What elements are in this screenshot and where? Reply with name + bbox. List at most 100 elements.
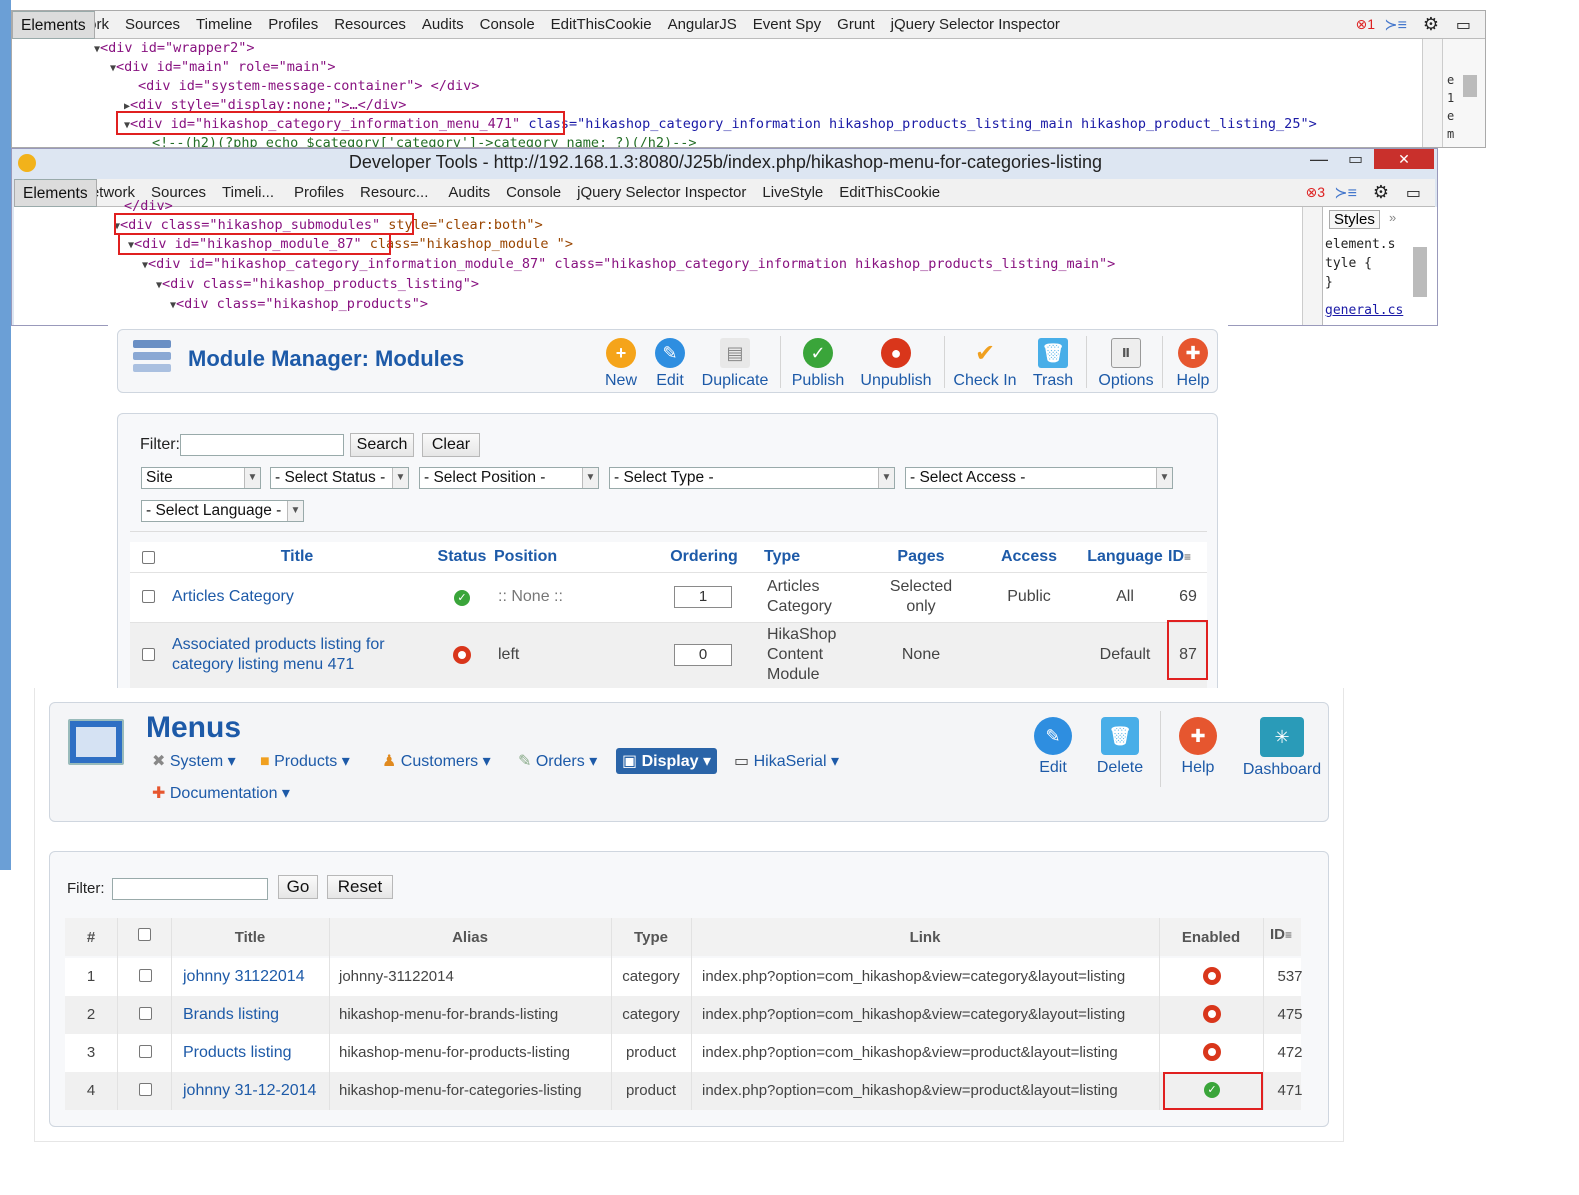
nav-customers[interactable]: ♟ Customers ▾ (382, 751, 491, 771)
options-button[interactable]: Ⅱ Options (1094, 338, 1158, 390)
dom-line[interactable]: ▼<div id="main" role="main"> (110, 58, 335, 78)
row-checkbox[interactable] (139, 1083, 152, 1096)
nav-orders[interactable]: ✎ Orders ▾ (518, 751, 597, 771)
tab-grunt[interactable]: Grunt (829, 11, 883, 39)
nav-products[interactable]: ■ Products ▾ (260, 751, 350, 771)
col-position[interactable]: Position (494, 548, 558, 566)
row-checkbox[interactable] (139, 969, 152, 982)
ordering-input[interactable]: 0 (674, 644, 732, 666)
col-title[interactable]: Title (163, 548, 431, 566)
row-checkbox[interactable] (139, 1007, 152, 1020)
col-alias[interactable]: Alias (330, 929, 610, 946)
dock-icon[interactable]: ▭ (1456, 15, 1471, 35)
filter-input[interactable] (112, 878, 268, 900)
nav-documentation[interactable]: ✚ Documentation ▾ (152, 783, 290, 803)
col-status[interactable]: Status (434, 548, 490, 566)
module-title-link-line2[interactable]: category listing menu 471 (172, 656, 354, 674)
col-id[interactable]: ID≡ (1168, 548, 1208, 566)
dom-line[interactable]: <div id="system-message-container"> </di… (138, 77, 479, 96)
col-pages[interactable]: Pages (868, 548, 974, 566)
edit-button[interactable]: ✎ Edit (648, 338, 692, 390)
publish-button[interactable]: ✓ Publish (788, 338, 848, 390)
dom-line-highlighted[interactable]: ▼<div id="hikashop_module_87" class="hik… (128, 235, 573, 255)
nav-system[interactable]: ✖ System ▾ (152, 751, 236, 771)
dom-line[interactable]: ▼<div id="hikashop_category_information_… (142, 255, 1115, 275)
maximize-button[interactable]: ▭ (1348, 149, 1363, 169)
search-button[interactable]: Search (350, 433, 414, 457)
disabled-icon[interactable] (1203, 967, 1221, 985)
disabled-icon[interactable] (1203, 1043, 1221, 1061)
type-select[interactable]: - Select Type - ▼ (609, 467, 895, 489)
site-select[interactable]: Site ▼ (141, 467, 261, 489)
tab-profiles[interactable]: Profiles (260, 11, 326, 39)
console-drawer-icon[interactable]: ≻≡ (1334, 183, 1357, 203)
status-select[interactable]: - Select Status - ▼ (270, 467, 409, 489)
tab-console[interactable]: Console (498, 179, 569, 207)
dom-scrollbar[interactable] (1302, 207, 1322, 325)
tab-editthiscookie[interactable]: EditThisCookie (543, 11, 660, 39)
tab-resources[interactable]: Resourc... (352, 179, 436, 207)
dom-line[interactable]: ▶<div style="display:none;">…</div> (124, 96, 406, 116)
tab-elements[interactable]: Elements (12, 11, 95, 39)
col-link[interactable]: Link (692, 929, 1158, 946)
nav-hikaserial[interactable]: ▭ HikaSerial ▾ (734, 751, 839, 771)
tab-livestyle[interactable]: LiveStyle (754, 179, 831, 207)
nav-display[interactable]: ▣ Display ▾ (616, 748, 717, 774)
tab-jquery-selector-inspector[interactable]: jQuery Selector Inspector (569, 179, 754, 207)
menu-title-link[interactable]: johnny 31122014 (183, 968, 305, 986)
error-icon[interactable]: ⊗3 (1305, 184, 1325, 201)
col-enabled[interactable]: Enabled (1160, 929, 1262, 946)
access-select[interactable]: - Select Access - ▼ (905, 467, 1173, 489)
dom-scrollbar[interactable] (1422, 39, 1442, 147)
dom-line[interactable]: </div> (124, 197, 173, 216)
console-drawer-icon[interactable]: ≻≡ (1384, 15, 1407, 35)
gear-icon[interactable]: ⚙ (1423, 14, 1439, 35)
menu-title-link[interactable]: Brands listing (183, 1006, 279, 1024)
tab-elements[interactable]: Elements (14, 178, 97, 207)
disabled-icon[interactable] (1203, 1005, 1221, 1023)
minimize-button[interactable]: — (1310, 149, 1328, 170)
menu-title-link[interactable]: Products listing (183, 1044, 292, 1062)
col-ordering[interactable]: Ordering (654, 548, 754, 566)
language-select[interactable]: - Select Language - ▼ (141, 500, 304, 522)
tab-profiles[interactable]: Profiles (286, 179, 352, 207)
dock-icon[interactable]: ▭ (1406, 183, 1421, 203)
tab-styles[interactable]: Styles (1329, 210, 1380, 229)
filter-input[interactable] (180, 434, 344, 456)
tab-audits[interactable]: Audits (440, 179, 498, 207)
module-title-link[interactable]: Associated products listing for (172, 636, 385, 654)
tab-sources[interactable]: Sources (117, 11, 188, 39)
help-button[interactable]: ✚ Help (1174, 717, 1222, 777)
col-language[interactable]: Language (1084, 548, 1166, 566)
duplicate-button[interactable]: ▤ Duplicate (698, 338, 772, 390)
tab-timeline[interactable]: Timeline (188, 11, 260, 39)
col-id[interactable]: ID≡ (1270, 926, 1310, 943)
col-type[interactable]: Type (764, 548, 824, 566)
close-button[interactable]: ✕ (1374, 149, 1434, 169)
tab-audits[interactable]: Audits (414, 11, 472, 39)
col-type[interactable]: Type (612, 929, 690, 946)
unpublished-icon[interactable] (453, 646, 471, 664)
select-all-checkbox[interactable] (142, 551, 155, 564)
module-title-link[interactable]: Articles Category (172, 588, 294, 606)
tab-angularjs[interactable]: AngularJS (660, 11, 745, 39)
enabled-icon[interactable]: ✓ (1204, 1082, 1220, 1098)
go-button[interactable]: Go (278, 875, 318, 899)
position-select[interactable]: - Select Position - ▼ (419, 467, 599, 489)
styles-scrollbar-thumb[interactable] (1463, 75, 1477, 97)
help-button[interactable]: ✚ Help (1170, 338, 1216, 390)
dom-line[interactable]: ▼<div class="hikashop_products"> (170, 295, 428, 315)
col-access[interactable]: Access (976, 548, 1082, 566)
edit-button[interactable]: ✎ Edit (1030, 717, 1076, 777)
check-in-button[interactable]: ✔ Check In (952, 338, 1018, 390)
new-button[interactable]: + New (598, 338, 644, 390)
dashboard-button[interactable]: ✳ Dashboard (1240, 717, 1324, 779)
clear-button[interactable]: Clear (422, 433, 480, 457)
tab-console[interactable]: Console (472, 11, 543, 39)
ordering-input[interactable]: 1 (674, 586, 732, 608)
more-tabs-icon[interactable]: » (1389, 210, 1396, 225)
reset-button[interactable]: Reset (327, 875, 393, 899)
trash-button[interactable]: 🗑 Trash (1026, 338, 1080, 390)
dom-line[interactable]: ▼<div id="wrapper2"> (94, 39, 254, 59)
gear-icon[interactable]: ⚙ (1373, 182, 1389, 203)
